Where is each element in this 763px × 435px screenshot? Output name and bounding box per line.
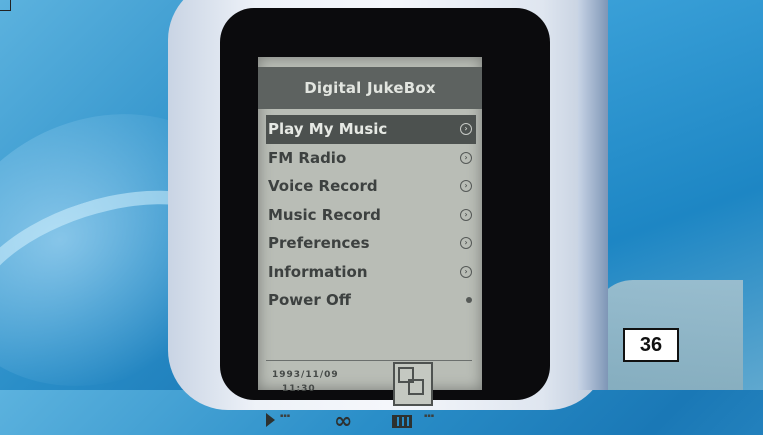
page-number-badge: 36 [623,328,679,362]
arrow-right-icon: › [460,180,472,193]
battery-icon [392,415,412,428]
arrow-right-icon: › [460,265,472,278]
menu-item-power-off[interactable]: Power Off [266,286,476,315]
lcd-screen: Digital JukeBox Play My Music › FM Radio… [258,57,482,434]
menu-item-music-record[interactable]: Music Record › [266,201,476,230]
menu-item-label: FM Radio [268,148,347,167]
screen-title: Digital JukeBox [258,67,482,109]
photo-corner [0,0,11,11]
play-icon [266,413,275,427]
menu-item-label: Information [268,262,368,281]
dot-icon [466,297,472,304]
main-menu: Play My Music › FM Radio › Voice Record … [266,115,476,315]
arrow-right-icon: › [460,237,472,250]
status-text-icon: ▪▪▪ [424,413,435,419]
menu-item-play-my-music[interactable]: Play My Music › [266,115,476,144]
arrow-right-icon: › [460,151,472,164]
arrow-right-icon: › [460,123,472,136]
menu-item-label: Preferences [268,234,370,253]
menu-item-label: Voice Record [268,177,378,196]
menu-item-label: Music Record [268,205,381,224]
clock-icon [393,362,433,406]
arrow-right-icon: › [460,208,472,221]
time-text: 11:30 [282,384,316,394]
status-bar: ▪▪▪ ∞ ▪▪▪ [264,409,476,435]
menu-item-preferences[interactable]: Preferences › [266,229,476,258]
menu-item-fm-radio[interactable]: FM Radio › [266,144,476,173]
date-time: 1993/11/09 11:30 [272,368,339,396]
menu-item-information[interactable]: Information › [266,258,476,287]
menu-item-label: Power Off [268,291,351,310]
repeat-icon: ∞ [334,409,353,434]
menu-item-label: Play My Music [268,120,388,139]
date-text: 1993/11/09 [272,370,339,380]
menu-item-voice-record[interactable]: Voice Record › [266,172,476,201]
divider [266,360,472,361]
status-text-icon: ▪▪▪ [280,413,291,419]
device-side-edge [578,0,608,390]
